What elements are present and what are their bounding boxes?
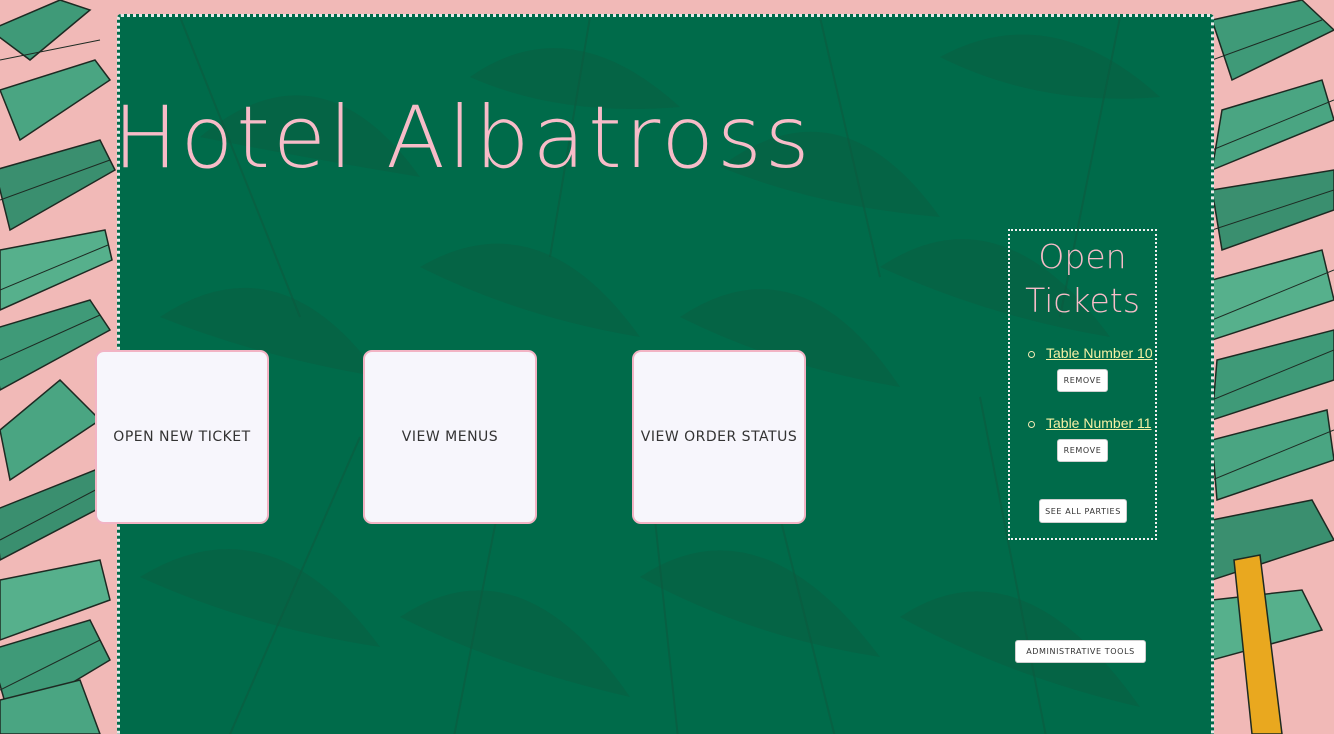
ticket-link-table-11[interactable]: Table Number 11	[1046, 415, 1152, 431]
bullet-icon	[1028, 351, 1035, 358]
open-new-ticket-button[interactable]: OPEN NEW TICKET	[95, 350, 269, 524]
remove-ticket-button[interactable]: REMOVE	[1057, 439, 1108, 462]
open-tickets-panel: Open Tickets Table Number 10 REMOVE Tabl…	[1008, 229, 1157, 540]
open-tickets-title: Open Tickets	[1025, 237, 1140, 320]
ticket-list-item: Table Number 11 REMOVE	[1010, 415, 1155, 465]
ticket-link-table-10[interactable]: Table Number 10	[1046, 345, 1153, 361]
palm-leaves-right-decoration	[1212, 0, 1334, 734]
see-all-parties-button[interactable]: SEE ALL PARTIES	[1039, 499, 1127, 523]
bullet-icon	[1028, 421, 1035, 428]
view-order-status-button[interactable]: VIEW ORDER STATUS	[632, 350, 806, 524]
view-menus-button[interactable]: VIEW MENUS	[363, 350, 537, 524]
administrative-tools-button[interactable]: ADMINISTRATIVE TOOLS	[1015, 640, 1146, 663]
page-title: Hotel Albatross	[113, 88, 813, 188]
ticket-list-item: Table Number 10 REMOVE	[1010, 345, 1155, 395]
remove-ticket-button[interactable]: REMOVE	[1057, 369, 1108, 392]
